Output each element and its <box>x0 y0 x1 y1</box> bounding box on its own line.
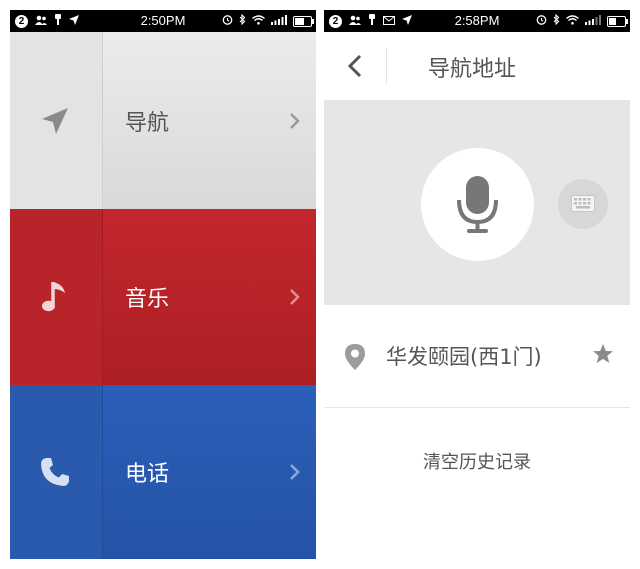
right-phone-screen: 2 2:58PM 导航地址 华发颐园(西1门) 清空历史记录 <box>324 10 630 559</box>
microphone-button[interactable] <box>421 148 534 261</box>
menu-item-music[interactable]: 音乐 <box>10 209 316 385</box>
menu-icon-column <box>10 32 103 209</box>
music-note-icon <box>38 280 72 314</box>
voice-input-area <box>324 100 630 305</box>
bluetooth-icon <box>239 13 246 28</box>
menu-icon-column <box>10 385 103 559</box>
keyboard-button[interactable] <box>558 179 608 229</box>
alarm-icon <box>222 14 233 28</box>
menu-item-label: 电话 <box>125 462 170 487</box>
status-icons-right <box>536 10 628 32</box>
page-title: 导航地址 <box>428 57 517 82</box>
battery-icon <box>607 15 628 27</box>
navigation-arrow-icon <box>38 104 72 138</box>
battery-icon <box>293 15 314 27</box>
menu-item-phone[interactable]: 电话 <box>10 385 316 559</box>
header-divider <box>386 48 387 84</box>
clear-history-button[interactable]: 清空历史记录 <box>324 408 630 511</box>
location-pin-icon <box>344 343 366 375</box>
phone-handset-icon <box>38 455 72 489</box>
favorite-address-text: 华发颐园(西1门) <box>386 345 542 369</box>
menu-item-label: 导航 <box>125 110 170 136</box>
menu-item-label: 音乐 <box>125 287 170 312</box>
signal-icon <box>585 14 601 28</box>
status-bar: 2 2:50PM <box>10 10 316 32</box>
chevron-left-icon[interactable] <box>342 52 370 80</box>
menu-item-navigation[interactable]: 导航 <box>10 32 316 209</box>
empty-list-area <box>324 510 630 559</box>
clear-history-label: 清空历史记录 <box>423 452 531 473</box>
header-bar: 导航地址 <box>324 32 630 100</box>
left-phone-screen: 2 2:50PM 导航 音乐 电话 <box>10 10 316 559</box>
wifi-icon <box>252 14 265 28</box>
keyboard-icon <box>571 195 595 212</box>
menu-icon-column <box>10 209 103 385</box>
wifi-icon <box>566 14 579 28</box>
star-icon[interactable] <box>592 343 614 369</box>
favorite-address-row[interactable]: 华发颐园(西1门) <box>324 305 630 408</box>
chevron-right-icon <box>288 462 302 482</box>
microphone-icon <box>457 176 498 233</box>
chevron-right-icon <box>288 287 302 307</box>
status-icons-right <box>222 10 314 32</box>
alarm-icon <box>536 14 547 28</box>
status-bar: 2 2:58PM <box>324 10 630 32</box>
signal-icon <box>271 14 287 28</box>
chevron-right-icon <box>288 111 302 131</box>
bluetooth-icon <box>553 13 560 28</box>
